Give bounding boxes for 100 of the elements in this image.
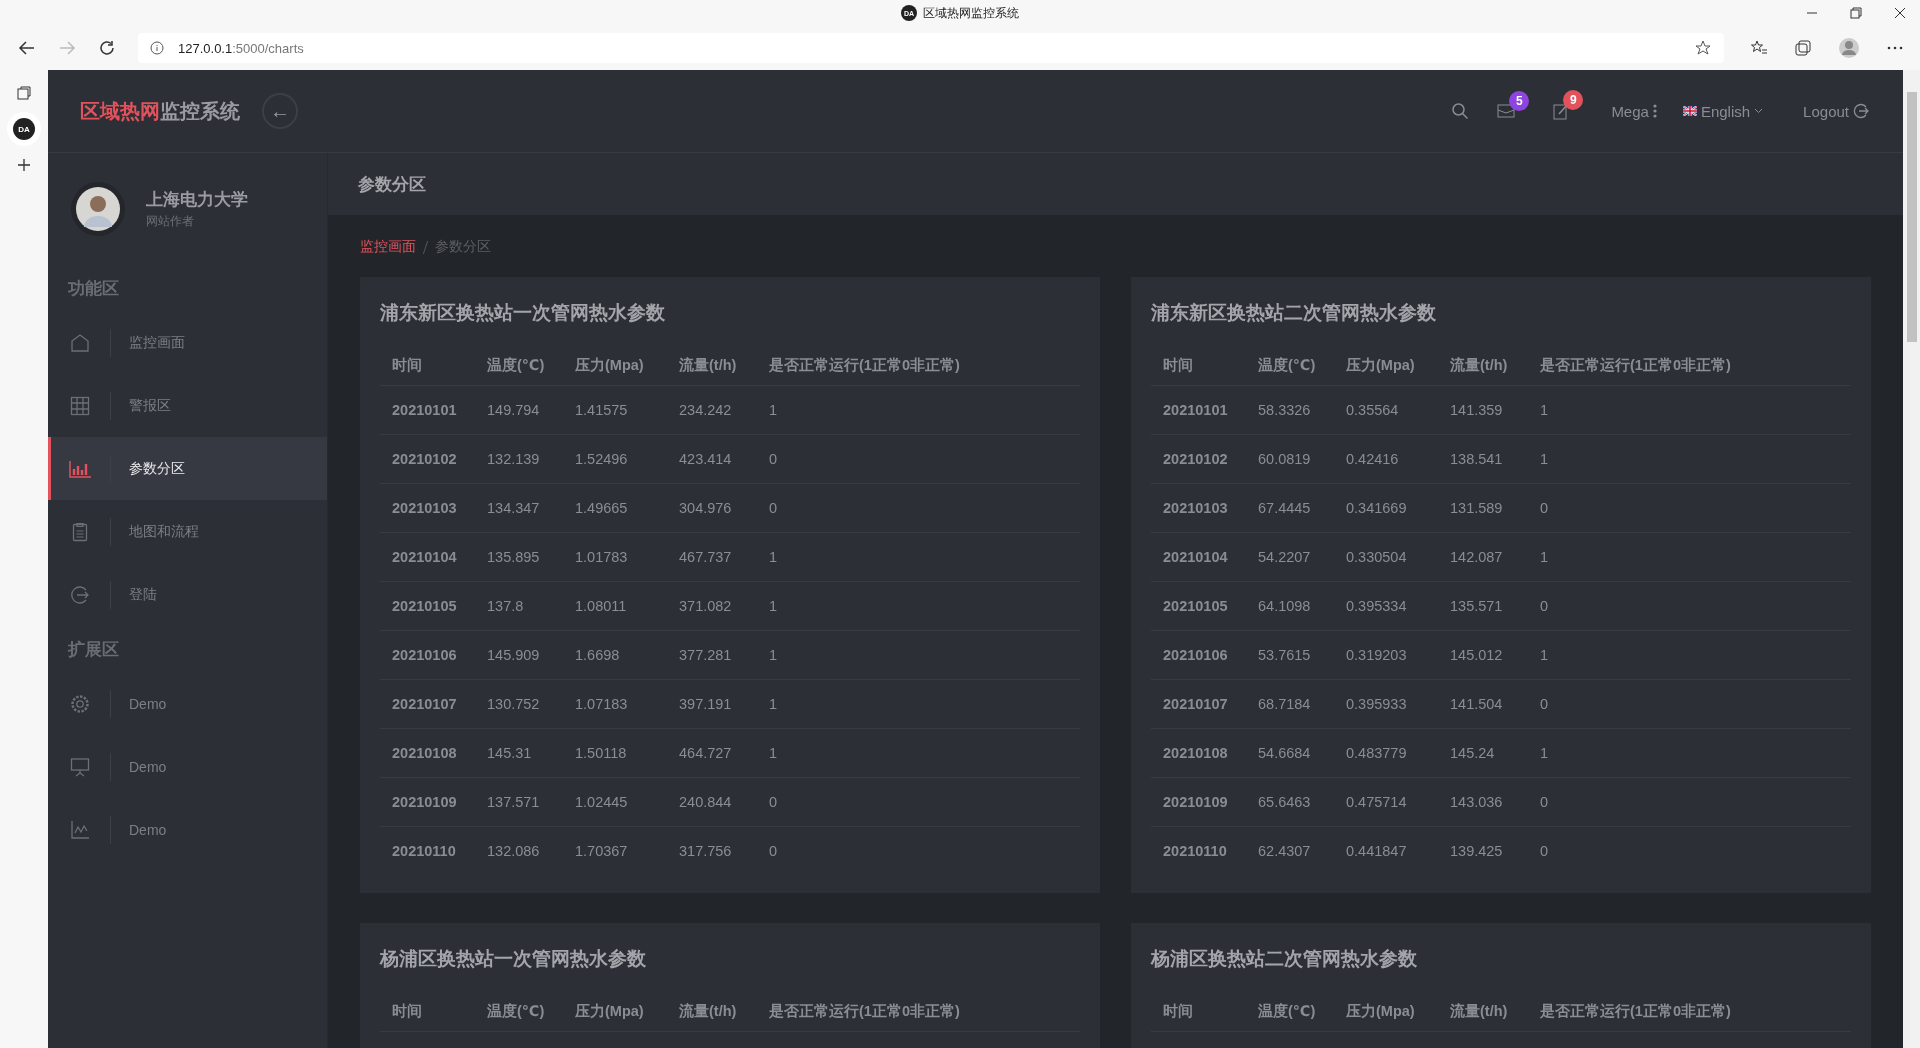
table-cell: 20210108 <box>1151 728 1246 777</box>
table-cell: 68.7184 <box>1246 679 1334 728</box>
restore-icon[interactable] <box>1850 7 1862 19</box>
table-cell: 20210103 <box>1151 483 1246 532</box>
table-cell: 137.571 <box>475 777 563 826</box>
table-cell: 0 <box>1528 826 1851 875</box>
sidebar-item[interactable]: 登陆 <box>48 563 327 626</box>
table-cell: 135.571 <box>1438 581 1528 630</box>
collapse-button[interactable]: ← <box>262 93 298 129</box>
table-cell: 20210105 <box>1151 581 1246 630</box>
table-cell: 53.7615 <box>1246 630 1334 679</box>
profile-name: 上海电力大学 <box>146 189 248 211</box>
search-icon[interactable] <box>1451 102 1470 120</box>
table-cell: 54.2207 <box>1246 532 1334 581</box>
column-header: 是否正常运行(1正常0非正常) <box>757 345 1080 385</box>
table-cell: 1 <box>1528 385 1851 434</box>
card-title: 浦东新区换热站二次管网热水参数 <box>1151 301 1437 325</box>
line-chart-icon <box>70 819 90 840</box>
column-header: 流量(t/h) <box>1438 345 1528 385</box>
table-cell: 20210107 <box>1151 679 1246 728</box>
column-header: 压力(Mpa) <box>563 345 667 385</box>
flag-icon <box>1682 106 1697 116</box>
column-header: 压力(Mpa) <box>1334 345 1438 385</box>
sidebar-item[interactable]: 警报区 <box>48 374 327 437</box>
table-cell: 130.752 <box>475 679 563 728</box>
table-cell: 377.281 <box>667 630 757 679</box>
window-title: 区域热网监控系统 <box>923 4 1019 22</box>
table-cell: 149.794 <box>475 385 563 434</box>
table-cell: 0 <box>757 777 1080 826</box>
favorites-icon[interactable] <box>1750 39 1768 57</box>
table-cell: 143.036 <box>1438 777 1528 826</box>
table-cell: 0 <box>757 826 1080 875</box>
table-cell: 67.4445 <box>1246 483 1334 532</box>
table-cell: 0.483779 <box>1334 728 1438 777</box>
profile-role: 网站作者 <box>146 213 195 230</box>
table-cell: 20210102 <box>380 434 475 483</box>
table-cell: 1 <box>757 581 1080 630</box>
table-cell: 137.8 <box>475 581 563 630</box>
table-cell: 142.087 <box>1438 532 1528 581</box>
table-cell: 139.425 <box>1438 826 1528 875</box>
card-title: 杨浦区换热站一次管网热水参数 <box>380 947 647 971</box>
table-cell: 20210107 <box>380 679 475 728</box>
edit-icon[interactable] <box>1553 102 1570 120</box>
table-cell: 0 <box>757 434 1080 483</box>
breadcrumb-link[interactable]: 监控画面 <box>360 238 416 256</box>
mail-icon[interactable] <box>1497 103 1516 119</box>
table-cell: 20210110 <box>1151 826 1246 875</box>
address-bar[interactable]: 127.0.0.1:5000/charts <box>138 33 1724 63</box>
column-header: 温度(℃) <box>475 345 563 385</box>
mega-menu[interactable]: Mega <box>1611 102 1649 120</box>
table-cell: 1 <box>1528 728 1851 777</box>
app-logo[interactable]: 区域热网监控系统 <box>80 97 240 125</box>
page-title: 参数分区 <box>358 173 426 196</box>
table-cell: 240.844 <box>667 777 757 826</box>
presentation-icon <box>70 756 90 777</box>
column-header: 温度(℃) <box>1246 991 1334 1031</box>
tabs-icon[interactable] <box>17 86 31 100</box>
collections-icon[interactable] <box>1794 39 1812 57</box>
table-cell: 1.41575 <box>563 385 667 434</box>
table-cell: 1.70367 <box>563 826 667 875</box>
table-cell: 1 <box>1528 630 1851 679</box>
favorite-icon[interactable] <box>1694 39 1712 57</box>
sidebar-section-title: 扩展区 <box>66 638 120 661</box>
table-cell: 0.475714 <box>1334 777 1438 826</box>
table-cell: 20210102 <box>1151 434 1246 483</box>
login-icon <box>70 584 90 605</box>
table-cell: 1.49665 <box>563 483 667 532</box>
table-cell: 145.012 <box>1438 630 1528 679</box>
sidebar-section-title: 功能区 <box>67 277 120 300</box>
scrollbar[interactable] <box>1903 70 1920 1048</box>
profile-icon[interactable] <box>1838 37 1860 59</box>
card-title: 杨浦区换热站二次管网热水参数 <box>1151 947 1418 971</box>
reload-icon[interactable] <box>98 39 116 57</box>
table-cell: 1 <box>757 630 1080 679</box>
logout-icon[interactable] <box>1853 103 1869 119</box>
info-icon <box>150 41 164 55</box>
card-title: 浦东新区换热站一次管网热水参数 <box>380 301 666 325</box>
chevron-down-icon[interactable] <box>1754 108 1764 114</box>
sidebar-item[interactable]: 参数分区 <box>48 437 327 500</box>
new-tab-icon[interactable] <box>17 158 31 172</box>
sidebar-item[interactable]: 地图和流程 <box>48 500 327 563</box>
table-cell: 0 <box>1528 483 1851 532</box>
language-menu[interactable]: English <box>1700 102 1751 120</box>
sidebar-item[interactable]: Demo <box>48 735 327 798</box>
clipboard-icon <box>72 521 88 542</box>
table-cell: 1.02445 <box>563 777 667 826</box>
table-cell: 1.07183 <box>563 679 667 728</box>
sidebar-item[interactable]: Demo <box>48 672 327 735</box>
back-icon[interactable] <box>18 39 36 57</box>
table-cell: 467.737 <box>667 532 757 581</box>
table-cell: 0.441847 <box>1334 826 1438 875</box>
table-cell: 0 <box>1528 679 1851 728</box>
close-icon[interactable] <box>1894 7 1906 19</box>
logout-link[interactable]: Logout <box>1803 102 1849 120</box>
sidebar-item[interactable]: 监控画面 <box>48 311 327 374</box>
table-cell: 1 <box>757 532 1080 581</box>
table-cell: 0.42416 <box>1334 434 1438 483</box>
home-icon <box>70 332 90 353</box>
sidebar-item[interactable]: Demo <box>48 798 327 861</box>
table-cell: 20210109 <box>380 777 475 826</box>
